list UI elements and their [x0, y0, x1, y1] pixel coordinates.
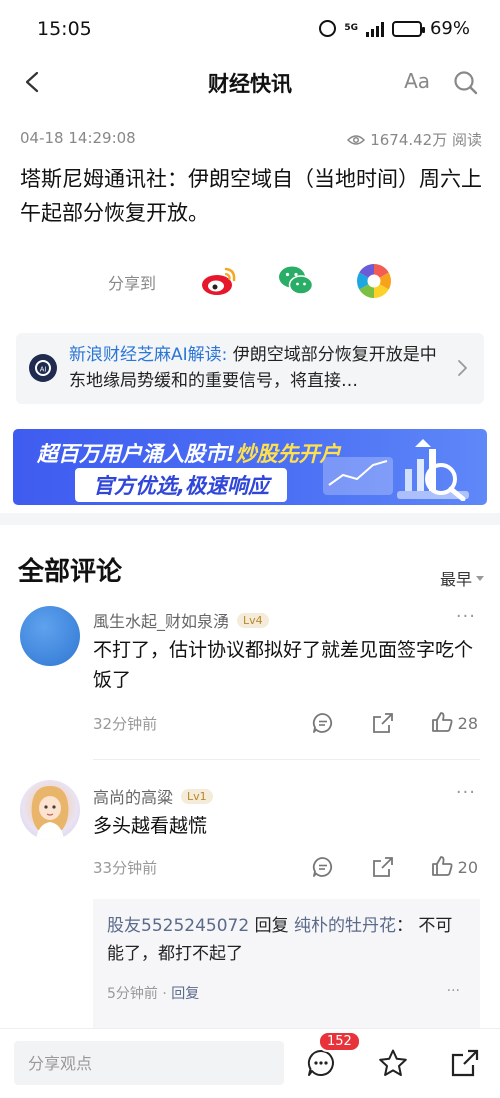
eye-icon: [347, 134, 366, 145]
signal-icon: [365, 21, 384, 37]
search-icon[interactable]: [453, 70, 479, 96]
comment-text: 不打了，估计协议都拟好了就差见面签字吃个饭了: [93, 639, 474, 691]
reply-text: 股友5525245072 回复 纯朴的牡丹花： 不可能了，都打不起了: [107, 912, 467, 968]
reply-verb: 回复: [249, 916, 294, 936]
comment-author-row: 高尚的高粱 Lv1: [93, 784, 213, 808]
view-count: 1674.42万 阅读: [347, 129, 482, 150]
like-icon[interactable]: [430, 854, 454, 878]
ai-summary-card[interactable]: AI 新浪财经芝麻AI解读: 伊朗空域部分恢复开放是中东地缘局势缓和的重要信号，…: [16, 333, 484, 404]
caret-down-icon: [476, 575, 484, 581]
more-options-icon[interactable]: ···: [447, 983, 460, 999]
font-size-button[interactable]: Aa: [404, 69, 430, 93]
more-options-icon[interactable]: ···: [456, 606, 476, 627]
comment-separator: [93, 759, 480, 760]
comment-username[interactable]: 高尚的高粱: [93, 784, 173, 808]
top-nav: 财经快讯 Aa: [0, 56, 500, 108]
reply-author[interactable]: 股友5525245072: [107, 916, 249, 936]
reply-comment-icon[interactable]: [311, 855, 335, 879]
article-meta: 04-18 14:29:08 1674.42万 阅读: [20, 129, 482, 150]
bottom-bar: 152: [0, 1028, 500, 1098]
comment-time: 32分钟前: [93, 715, 158, 733]
status-icons: 5G 69%: [319, 18, 470, 39]
sort-label: 最早: [439, 570, 472, 589]
section-divider: [0, 513, 500, 525]
network-type: 5G: [344, 23, 358, 33]
share-comment-icon[interactable]: [371, 855, 395, 879]
reply-button[interactable]: 回复: [171, 986, 199, 1002]
banner-headline-part1: 超百万用户涌入股市!: [37, 442, 236, 466]
comment-username[interactable]: 風生水起_财如泉湧: [93, 608, 229, 632]
stock-chart-illustration-icon: [323, 439, 469, 501]
comment-time: 33分钟前: [93, 859, 158, 877]
battery-icon: [391, 20, 425, 37]
ai-summary-source: 新浪财经芝麻AI解读:: [69, 345, 228, 365]
more-options-icon[interactable]: ···: [456, 782, 476, 803]
share-label: 分享到: [108, 274, 157, 293]
comment-author-row: 風生水起_财如泉湧 Lv4: [93, 608, 269, 632]
status-time: 15:05: [37, 18, 92, 40]
comment-text: 多头越看越慌: [93, 815, 208, 837]
sort-dropdown[interactable]: 最早: [440, 566, 484, 590]
svg-text:AI: AI: [40, 367, 47, 374]
alarm-icon: [319, 20, 337, 37]
share-icon[interactable]: [450, 1048, 480, 1078]
share-comment-icon[interactable]: [371, 711, 395, 735]
ai-summary-text: 新浪财经芝麻AI解读: 伊朗空域部分恢复开放是中东地缘局势缓和的重要信号，将直接…: [69, 342, 449, 394]
avatar[interactable]: [20, 780, 80, 840]
banner-headline: 超百万用户涌入股市!炒股先开户: [37, 438, 341, 468]
status-bar: 15:05 5G 69%: [0, 0, 500, 56]
promo-banner[interactable]: 超百万用户涌入股市!炒股先开户 官方优选,极速响应: [13, 429, 487, 505]
user-level-badge: Lv1: [181, 788, 213, 804]
battery-percent: 69%: [429, 18, 470, 39]
article-headline: 塔斯尼姆通讯社：伊朗空域自（当地时间）周六上午起部分恢复开放。: [20, 167, 482, 225]
view-count-text: 1674.42万 阅读: [370, 131, 482, 149]
comments-icon[interactable]: [306, 1048, 336, 1078]
avatar[interactable]: [20, 606, 80, 666]
reply-thread[interactable]: 股友5525245072 回复 纯朴的牡丹花： 不可能了，都打不起了 5分钟前 …: [93, 899, 480, 1029]
article-datetime: 04-18 14:29:08: [20, 129, 136, 147]
reply-time: 5分钟前: [107, 986, 158, 1002]
comments-title: 全部评论: [18, 557, 123, 587]
reply-comment-icon[interactable]: [311, 711, 335, 735]
like-icon[interactable]: [430, 710, 454, 734]
like-count: 20: [457, 858, 478, 877]
comment-input[interactable]: [14, 1041, 284, 1085]
like-count: 28: [457, 714, 478, 733]
user-level-badge: Lv4: [237, 612, 269, 628]
share-row: 分享到: [0, 262, 500, 302]
weibo-icon[interactable]: [200, 262, 238, 300]
banner-subline: 官方优选,极速响应: [75, 468, 287, 502]
reply-target[interactable]: 纯朴的牡丹花: [294, 916, 396, 936]
ai-logo-icon: AI: [29, 354, 57, 382]
star-favorite-icon[interactable]: [378, 1048, 408, 1078]
chevron-right-icon: [458, 360, 467, 376]
reply-meta: 5分钟前 · 回复: [107, 986, 200, 1002]
comment-count-badge: 152: [318, 1031, 361, 1052]
moments-icon[interactable]: [355, 262, 393, 300]
wechat-icon[interactable]: [277, 262, 315, 300]
